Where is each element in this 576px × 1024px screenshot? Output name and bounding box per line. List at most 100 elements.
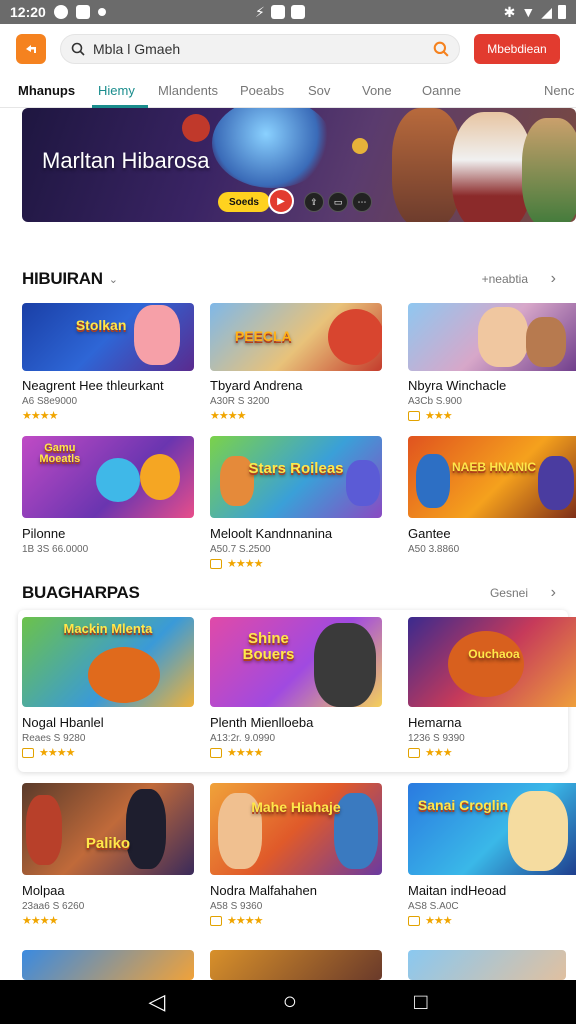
tab-1[interactable]: Hiemy bbox=[98, 83, 135, 98]
gallery-notification-icon bbox=[75, 5, 90, 19]
tab-4[interactable]: Sov bbox=[308, 83, 330, 98]
game-thumbnail: Ouchaoa bbox=[408, 617, 576, 707]
bluetooth-icon: ✱ bbox=[503, 3, 516, 20]
game-title: Neagrent Hee thleurkant bbox=[22, 378, 164, 393]
game-title: Tbyard Andrena bbox=[210, 378, 303, 393]
thumbnail-logo: Ouchaoa bbox=[468, 646, 520, 661]
header-action-button[interactable]: Mbebdiean bbox=[474, 34, 560, 64]
search-submit-icon[interactable] bbox=[433, 41, 449, 57]
tab-2[interactable]: Mlandents bbox=[158, 83, 218, 98]
chevron-down-icon[interactable]: ⌄ bbox=[109, 273, 118, 286]
hero-banner[interactable]: Marltan Hibarosa Soeds ▶ ⇪ ▭ ⋯ bbox=[22, 108, 576, 222]
game-card[interactable]: Sanai Croglin Maitan indHeoad AS8 S.A0C … bbox=[408, 783, 576, 927]
game-card[interactable]: NAEB HNANIC Gantee A50 3.8860 bbox=[408, 436, 576, 555]
game-title: Plenth Mienlloeba bbox=[210, 715, 314, 730]
chevron-right-icon[interactable]: › bbox=[551, 584, 556, 602]
game-title: Nbyra Winchacle bbox=[408, 378, 507, 393]
rating-stars: ★★★★ bbox=[22, 409, 194, 422]
game-meta: 23aa6 S 6260 bbox=[22, 901, 85, 912]
hero-badge-button[interactable]: Soeds bbox=[218, 192, 270, 212]
badge-icon bbox=[210, 915, 222, 926]
back-button[interactable] bbox=[16, 34, 46, 64]
thumbnail-logo: NAEB HNANIC bbox=[451, 459, 536, 474]
game-thumbnail: NAEB HNANIC bbox=[408, 436, 576, 518]
game-meta: AS8 S.A0C bbox=[408, 901, 459, 912]
game-card[interactable]: Stars Roileas Meloolt Kandnnanina A50.7 … bbox=[210, 436, 382, 570]
game-card[interactable]: Stolkan Neagrent Hee thleurkant A6 S8e90… bbox=[22, 303, 194, 422]
game-thumbnail[interactable] bbox=[408, 950, 566, 980]
category-tabs: Mhanups Hiemy Mlandents Poeabs Sov Vone … bbox=[0, 74, 576, 108]
game-thumbnail bbox=[408, 303, 576, 371]
game-title: Maitan indHeoad bbox=[408, 883, 507, 898]
nav-home-icon[interactable]: ○ bbox=[283, 988, 298, 1016]
hero-chat-button[interactable]: ▭ bbox=[328, 192, 348, 212]
thumbnail-logo: Sanai Croglin bbox=[417, 796, 509, 813]
star-icon: ★★★★ bbox=[39, 747, 75, 759]
game-card[interactable]: Nbyra Winchacle A3Cb S.900 ★★★ bbox=[408, 303, 576, 422]
game-title: Meloolt Kandnnanina bbox=[210, 526, 333, 541]
badge-icon bbox=[408, 915, 420, 926]
game-meta: 1236 S 9390 bbox=[408, 733, 465, 744]
game-meta: Reaes S 9280 bbox=[22, 733, 86, 744]
signal-icon: ◢ bbox=[541, 3, 552, 20]
badge-icon bbox=[210, 747, 222, 758]
hero-ball-image bbox=[182, 114, 210, 142]
game-thumbnail: Stolkan bbox=[22, 303, 194, 371]
hero-title: Marltan Hibarosa bbox=[42, 148, 210, 173]
thumbnail-logo: Paliko bbox=[85, 835, 131, 853]
section-title: HIBUIRAN bbox=[22, 269, 103, 288]
hero-share-button[interactable]: ⇪ bbox=[304, 192, 324, 212]
search-bar[interactable]: Mbla l Gmaeh bbox=[60, 34, 460, 64]
game-card[interactable]: Mackin Mlenta Nogal Hbanlel Reaes S 9280… bbox=[22, 617, 194, 759]
game-card[interactable]: Gamu Moeatls Pilonne 1B 3S 66.0000 bbox=[22, 436, 194, 555]
tab-7[interactable]: Nenc bbox=[544, 83, 574, 98]
game-meta: A6 S8e9000 bbox=[22, 396, 78, 407]
star-icon: ★★★★ bbox=[22, 915, 58, 927]
tab-0[interactable]: Mhanups bbox=[18, 83, 75, 98]
game-card[interactable]: Shine Bouers Plenth Mienlloeba A13:2r. 9… bbox=[210, 617, 382, 759]
rating-stars: ★★★★ bbox=[22, 746, 194, 759]
rating-stars: ★★★★ bbox=[22, 914, 194, 927]
thumbnail-logo: Mackin Mlenta bbox=[63, 621, 153, 637]
game-thumbnail: Stars Roileas bbox=[210, 436, 382, 518]
system-nav-bar: ◁ ○ □ bbox=[0, 980, 576, 1024]
tab-3[interactable]: Poeabs bbox=[240, 83, 284, 98]
thumbnail-logo: Gamu Moeatls bbox=[39, 441, 81, 466]
game-title: Hemarna bbox=[408, 715, 462, 730]
nav-recents-icon[interactable]: □ bbox=[414, 989, 427, 1015]
rating-stars: ★★★★ bbox=[210, 409, 382, 422]
game-thumbnail: Mahe Hiahaje bbox=[210, 783, 382, 875]
game-thumbnail: Shine Bouers bbox=[210, 617, 382, 707]
badge-icon bbox=[22, 747, 34, 758]
tab-5[interactable]: Vone bbox=[362, 83, 392, 98]
game-card[interactable]: PEECLA Tbyard Andrena A30R S 3200 ★★★★ bbox=[210, 303, 382, 422]
badge-icon bbox=[210, 558, 222, 569]
hero-more-button[interactable]: ⋯ bbox=[352, 192, 372, 212]
chevron-right-icon[interactable]: › bbox=[551, 270, 556, 288]
see-more-link[interactable]: +neabtia bbox=[482, 272, 528, 286]
dot-notification-icon bbox=[97, 8, 106, 16]
hero-character-image bbox=[452, 112, 532, 222]
game-title: Pilonne bbox=[22, 526, 66, 541]
game-card[interactable]: Paliko Molpaa 23aa6 S 6260 ★★★★ bbox=[22, 783, 194, 927]
rating-stars: ★★★ bbox=[408, 409, 576, 422]
see-more-link[interactable]: Gesnei bbox=[490, 586, 528, 600]
game-title: Gantee bbox=[408, 526, 451, 541]
tab-6[interactable]: Oanne bbox=[422, 83, 461, 98]
rating-stars: ★★★★ bbox=[210, 746, 382, 759]
nav-back-icon[interactable]: ◁ bbox=[149, 989, 166, 1015]
status-time: 12:20 bbox=[10, 4, 46, 20]
search-input[interactable]: Mbla l Gmaeh bbox=[93, 41, 425, 57]
game-card[interactable]: Ouchaoa Hemarna 1236 S 9390 ★★★ bbox=[408, 617, 576, 759]
game-thumbnail: Paliko bbox=[22, 783, 194, 875]
game-thumbnail: PEECLA bbox=[210, 303, 382, 371]
game-thumbnail[interactable] bbox=[22, 950, 194, 980]
hero-play-button[interactable]: ▶ bbox=[268, 188, 294, 214]
wifi-icon: ▼ bbox=[521, 4, 536, 20]
rating-stars: ★★★★ bbox=[210, 557, 382, 570]
game-thumbnail: Mackin Mlenta bbox=[22, 617, 194, 707]
game-title: Nodra Malfahahen bbox=[210, 883, 317, 898]
thumbnail-logo: Mahe Hiahaje bbox=[251, 798, 341, 815]
game-card[interactable]: Mahe Hiahaje Nodra Malfahahen A58 S 9360… bbox=[210, 783, 382, 927]
game-thumbnail[interactable] bbox=[210, 950, 382, 980]
